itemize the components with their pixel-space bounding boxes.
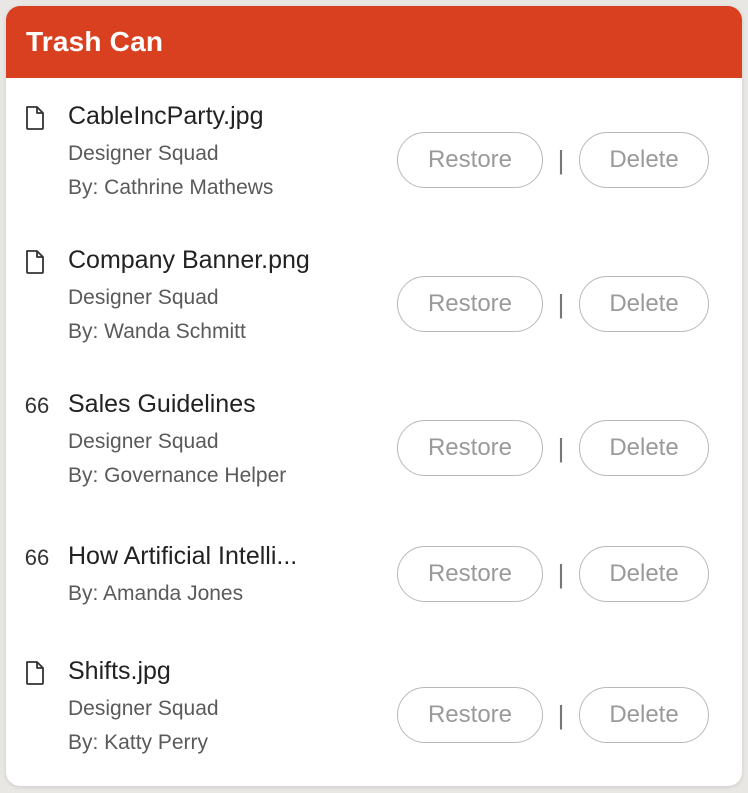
action-separator: | [557,432,565,463]
restore-button[interactable]: Restore [397,420,543,476]
item-group: Designer Squad [68,430,219,453]
file-icon [22,104,48,132]
item-title: Company Banner.png [68,246,310,274]
item-author: By: Cathrine Mathews [68,176,274,199]
item-author: By: Governance Helper [68,464,287,487]
trash-can-panel: Trash Can CableIncParty.jpg Designer Squ… [6,6,742,786]
item-author: By: Amanda Jones [68,582,244,605]
action-separator: | [557,288,565,319]
item-actions: Restore | Delete [397,687,709,743]
delete-button[interactable]: Delete [579,687,709,743]
trash-item: Company Banner.png Designer Squad By: Wa… [6,240,742,360]
item-group: Designer Squad [68,697,219,720]
item-group: Designer Squad [68,286,219,309]
action-separator: | [557,699,565,730]
file-icon [22,659,48,687]
panel-title: Trash Can [26,26,164,57]
trash-item: 66 How Artificial Intelli... By: Amanda … [6,538,742,628]
delete-button[interactable]: Delete [579,276,709,332]
quote-icon: 66 [24,545,50,570]
item-title: CableIncParty.jpg [68,102,264,130]
item-actions: Restore | Delete [397,132,709,188]
item-title: How Artificial Intelli... [68,542,298,570]
restore-button[interactable]: Restore [397,687,543,743]
item-author: By: Katty Perry [68,731,209,754]
delete-button[interactable]: Delete [579,546,709,602]
trash-item: CableIncParty.jpg Designer Squad By: Cat… [6,96,742,216]
item-title: Shifts.jpg [68,657,171,685]
item-title: Sales Guidelines [68,390,256,418]
restore-button[interactable]: Restore [397,546,543,602]
trash-item: Shifts.jpg Designer Squad By: Katty Perr… [6,653,742,773]
file-icon [22,248,48,276]
item-group: Designer Squad [68,142,219,165]
delete-button[interactable]: Delete [579,132,709,188]
panel-header: Trash Can [6,6,742,78]
item-actions: Restore | Delete [397,276,709,332]
item-actions: Restore | Delete [397,546,709,602]
item-actions: Restore | Delete [397,420,709,476]
trash-item: 66 Sales Guidelines Designer Squad By: G… [6,384,742,504]
restore-button[interactable]: Restore [397,132,543,188]
item-author: By: Wanda Schmitt [68,320,246,343]
action-separator: | [557,144,565,175]
restore-button[interactable]: Restore [397,276,543,332]
action-separator: | [557,558,565,589]
delete-button[interactable]: Delete [579,420,709,476]
quote-icon: 66 [24,393,50,418]
